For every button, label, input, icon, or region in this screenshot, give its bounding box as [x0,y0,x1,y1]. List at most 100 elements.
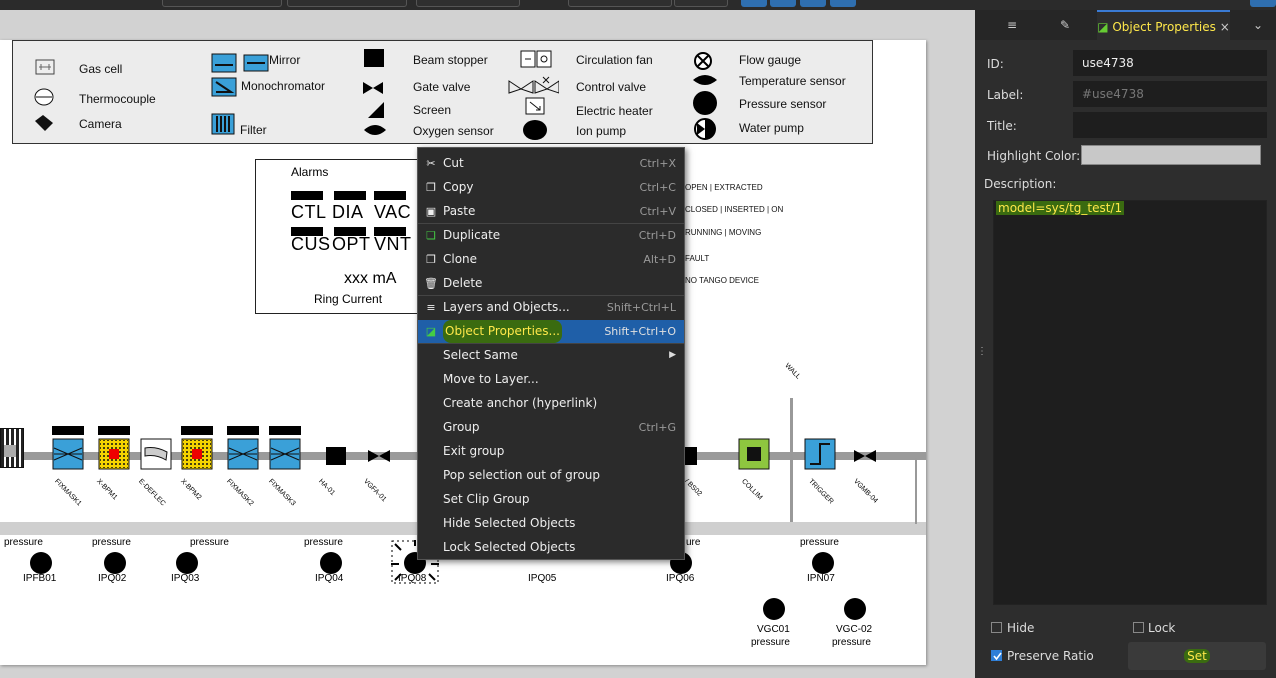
pressure-label: pressure [4,537,43,548]
menu-item-cut[interactable]: ✂ Cut Ctrl+X [418,152,684,175]
menu-item-delete[interactable]: 🗑 Delete [418,272,684,295]
object-properties-icon: ◪ [425,325,437,338]
bs02-icon[interactable] [685,447,697,465]
thermocouple-icon [34,88,54,106]
lock-checkbox[interactable] [1133,622,1144,633]
pressure-gauge[interactable] [104,552,126,574]
fixmask2-icon[interactable] [227,438,259,470]
vgmb-04-icon[interactable] [853,449,877,463]
menu-item-lock-selected-objects[interactable]: Lock Selected Objects [418,536,684,559]
panel-resize-grip[interactable]: ⋮ [977,346,987,357]
x-bpm2-icon[interactable] [181,438,213,470]
toolbar-button[interactable] [1250,0,1276,7]
alarms-panel[interactable]: Alarms CTL DIA VAC CUS OPT VNT xxx mA Ri… [255,159,435,314]
toolbar-field[interactable] [287,0,407,7]
trigger-icon[interactable] [804,438,836,470]
set-button[interactable]: Set [1128,642,1266,670]
toolbar-field[interactable] [416,0,520,7]
mirror-icon [211,53,269,73]
gauge-label: IPFB01 [23,573,57,584]
menu-item-create-anchor-hyperlink[interactable]: Create anchor (hyperlink) [418,392,684,415]
menu-item-label: Lock Selected Objects [443,540,576,554]
menu-item-select-same[interactable]: Select Same ▶ [418,344,684,367]
pressure-gauge[interactable] [812,552,834,574]
description-textarea[interactable]: model=sys/tg_test/1 [993,200,1267,605]
preserve-ratio-checkbox[interactable] [991,650,1002,661]
alarm-indicator[interactable] [291,191,323,200]
toolbar-field[interactable] [568,0,672,7]
ha-01-icon[interactable] [326,447,346,465]
object-properties-panel: ≡ ✎ ◪ Object Properties × ⌄ ID: use4738 … [975,10,1276,678]
alarm-indicator[interactable] [334,191,366,200]
submenu-arrow-icon: ▶ [669,350,676,360]
circulation-fan-icon [520,50,552,68]
legend-label: Electric heater [576,104,653,118]
menu-item-clone[interactable]: ❐ Clone Alt+D [418,248,684,271]
gauge-label: IPQ08 [398,573,427,584]
toolbar-button[interactable] [830,0,856,7]
description-text: model=sys/tg_test/1 [996,201,1125,215]
device-status-bar [269,426,301,435]
device-status-bar [227,426,259,435]
pressure-gauge[interactable] [844,598,866,620]
menu-item-set-clip-group[interactable]: Set Clip Group [418,488,684,511]
fixmask3-icon[interactable] [269,438,301,470]
menu-item-duplicate[interactable]: ❏ Duplicate Ctrl+D [418,224,684,247]
e-deflec-icon[interactable] [140,438,172,470]
menu-item-object-properties[interactable]: ◪ Object Properties... Shift+Ctrl+O [418,320,684,343]
id-field[interactable]: use4738 [1073,50,1267,76]
label-field[interactable]: #use4738 [1073,81,1267,107]
menu-item-pop-selection-out-of-group[interactable]: Pop selection out of group [418,464,684,487]
legend-label: Water pump [739,121,804,135]
menu-item-label: Object Properties... [443,320,562,343]
symbol-legend[interactable]: Gas cell Thermocouple Camera Mirror Mono… [12,40,873,144]
legend-label: Mirror [269,53,301,67]
tab-object-properties[interactable]: ◪ Object Properties × [1097,10,1230,40]
hide-checkbox[interactable] [991,622,1002,633]
state-legend-item: NO TANGO DEVICE [685,276,759,285]
context-menu[interactable]: ✂ Cut Ctrl+X ❐ Copy Ctrl+C ▣ Paste Ctrl+V ❏ Duplic… [417,147,685,560]
pressure-label: pressure [751,637,790,648]
oxygen-sensor-icon [364,125,386,135]
menu-item-exit-group[interactable]: Exit group [418,440,684,463]
menu-item-group[interactable]: Group Ctrl+G [418,416,684,439]
menu-item-shortcut: Ctrl+V [639,205,676,218]
menu-item-label: Clone [443,252,478,266]
menu-item-move-to-layer[interactable]: Move to Layer... [418,368,684,391]
legend-label: Circulation fan [576,53,653,67]
pressure-label: pressure [190,537,229,548]
chevron-down-icon[interactable]: ⌄ [1245,10,1271,40]
menu-item-hide-selected-objects[interactable]: Hide Selected Objects [418,512,684,535]
screen-icon [368,102,384,118]
legend-label: Monochromator [241,79,326,93]
x-bpm1-icon[interactable] [98,438,130,470]
pressure-gauge[interactable] [30,552,52,574]
vgfa-01-icon[interactable] [367,449,391,463]
close-icon[interactable]: × [1220,20,1230,34]
state-legend-item: RUNNING | MOVING [685,228,762,237]
fixmask1-icon[interactable] [52,438,84,470]
layers-tab-icon[interactable]: ≡ [997,10,1027,40]
pressure-gauge[interactable] [320,552,342,574]
toolbar-button[interactable] [770,0,796,7]
edit-tab-icon[interactable]: ✎ [1050,10,1080,40]
menu-item-paste[interactable]: ▣ Paste Ctrl+V [418,200,684,223]
pressure-gauge[interactable] [176,552,198,574]
toolbar-field[interactable] [674,0,728,7]
highlight-color-swatch[interactable] [1081,145,1261,165]
pressure-gauge[interactable] [763,598,785,620]
toolbar-field[interactable] [162,0,282,7]
alarm-indicator[interactable] [374,191,406,200]
menu-item-layers-and-objects[interactable]: ≡ Layers and Objects... Shift+Ctrl+L [418,296,684,319]
menu-item-copy[interactable]: ❐ Copy Ctrl+C [418,176,684,199]
legend-label: Flow gauge [739,53,802,67]
pressure-label: pressure [304,537,343,548]
menu-item-label: Layers and Objects... [443,300,570,314]
title-field[interactable] [1073,112,1267,138]
toolbar-button[interactable] [741,0,767,7]
delete-icon: 🗑 [424,277,438,290]
collim-icon[interactable] [738,438,770,470]
gauge-label: IPQ05 [528,573,557,584]
toolbar-button[interactable] [800,0,826,7]
tab-label: Object Properties [1112,20,1216,34]
